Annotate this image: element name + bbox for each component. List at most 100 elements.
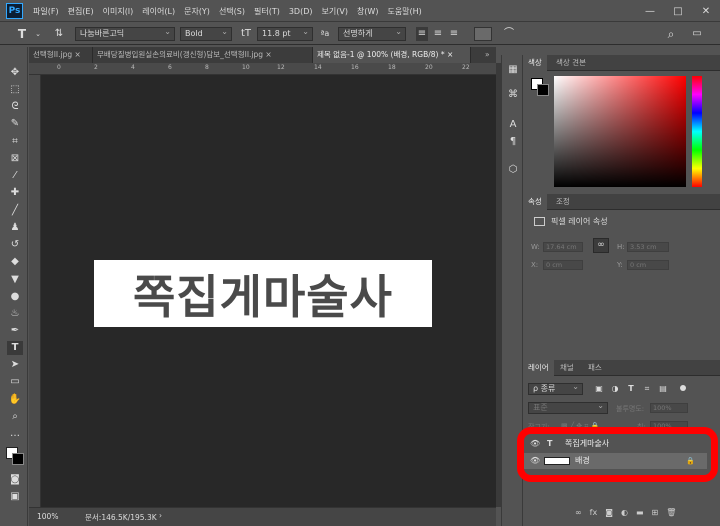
filter-smart-object-icon[interactable]: ▤ <box>657 382 669 396</box>
clone-stamp-icon[interactable]: ♟ <box>7 221 23 235</box>
tab-layers[interactable]: 레이어 <box>523 360 554 376</box>
history-brush-icon[interactable]: ↺ <box>7 238 23 252</box>
antialias-select[interactable]: 선명하게 <box>338 26 406 41</box>
blend-mode-select[interactable]: 표준 <box>528 401 608 414</box>
tab-paths[interactable]: 패스 <box>583 360 607 376</box>
filter-pixel-icon[interactable]: ▣ <box>593 382 605 396</box>
tab-channels[interactable]: 채널 <box>555 360 579 376</box>
color-picker-field[interactable] <box>554 76 686 187</box>
text-orientation-icon[interactable]: ⇅ <box>52 27 66 41</box>
character-panel-icon[interactable]: A <box>505 118 521 132</box>
filter-adjustment-icon[interactable]: ◑ <box>609 382 621 396</box>
chevron-down-icon[interactable]: ⌄ <box>34 27 42 41</box>
layer-filter-select[interactable]: ρ 종류 <box>528 382 583 395</box>
width-field[interactable]: 17.64 cm <box>543 242 583 252</box>
paint-bucket-icon[interactable]: ▼ <box>7 273 23 287</box>
filter-shape-icon[interactable]: ⌗ <box>641 382 653 396</box>
path-select-icon[interactable]: ➤ <box>7 358 23 372</box>
link-icon[interactable]: ∞ <box>593 238 609 253</box>
menu-layer[interactable]: 레이어(L) <box>142 6 175 17</box>
menu-image[interactable]: 이미지(I) <box>103 6 134 17</box>
minimize-button[interactable]: — <box>636 0 664 22</box>
paragraph-panel-icon[interactable]: ¶ <box>505 135 521 149</box>
link-layers-icon[interactable]: ∞ <box>575 508 582 522</box>
x-field[interactable]: 0 cm <box>543 260 583 270</box>
canvas-text-layer[interactable]: 쪽집게마술사 <box>133 261 393 327</box>
tab-document-2[interactable]: 무배당질병입원실손의료비(갱신형)담보_선택형II.jpg × <box>93 47 313 63</box>
search-icon[interactable]: ⌕ <box>664 27 678 41</box>
quick-mask-icon[interactable]: ◙ <box>7 473 23 487</box>
tab-properties[interactable]: 속성 <box>523 194 547 210</box>
tab-adjustments[interactable]: 조정 <box>551 194 575 210</box>
tab-close-icon[interactable]: × <box>447 50 453 59</box>
warp-text-icon[interactable]: ⌒ <box>502 27 516 41</box>
adjustment-layer-icon[interactable]: ◐ <box>621 508 628 522</box>
group-folder-icon[interactable]: ▬ <box>636 508 644 522</box>
font-style-select[interactable]: Bold <box>180 26 232 41</box>
pen-tool-icon[interactable]: ✒ <box>7 324 23 338</box>
screen-mode-icon[interactable]: ▣ <box>7 490 23 504</box>
frame-tool-icon[interactable]: ⊠ <box>7 152 23 166</box>
tab-document-1[interactable]: 선택형II.jpg × <box>29 47 93 63</box>
font-size-select[interactable]: 11.8 pt <box>257 26 313 41</box>
lasso-tool-icon[interactable]: ᘓ <box>7 100 23 114</box>
height-field[interactable]: 3.53 cm <box>627 242 669 252</box>
healing-brush-icon[interactable]: ✚ <box>7 186 23 200</box>
filter-toggle-icon[interactable] <box>680 385 686 391</box>
zoom-level[interactable]: 100% <box>37 512 58 521</box>
align-right-icon[interactable]: ≡ <box>448 27 460 41</box>
new-layer-icon[interactable]: ⊞ <box>652 508 659 522</box>
hue-slider[interactable] <box>692 76 702 187</box>
opacity-field[interactable]: 100% <box>650 403 688 413</box>
brush-tool-icon[interactable]: ╱ <box>7 204 23 218</box>
history-panel-icon[interactable]: ▦ <box>505 63 521 77</box>
canvas-document[interactable]: 쪽집게마술사 <box>94 260 432 327</box>
close-window-button[interactable]: ✕ <box>692 0 720 22</box>
3d-panel-icon[interactable]: ⬡ <box>505 163 521 177</box>
marquee-tool-icon[interactable]: ⬚ <box>7 83 23 97</box>
tab-close-icon[interactable]: × <box>75 50 81 59</box>
y-field[interactable]: 0 cm <box>627 260 669 270</box>
background-color-swatch[interactable] <box>12 453 24 465</box>
add-mask-icon[interactable]: ◙ <box>605 508 613 522</box>
menu-window[interactable]: 창(W) <box>357 6 379 17</box>
menu-edit[interactable]: 편집(E) <box>68 6 94 17</box>
text-color-swatch[interactable] <box>474 27 492 41</box>
tab-swatches[interactable]: 색상 견본 <box>551 55 591 71</box>
menu-filter[interactable]: 필터(T) <box>254 6 280 17</box>
tab-color[interactable]: 색상 <box>523 55 547 71</box>
delete-layer-icon[interactable]: 🗑 <box>666 508 676 522</box>
background-color-swatch[interactable] <box>537 84 549 96</box>
menu-type[interactable]: 문자(Y) <box>184 6 210 17</box>
hand-tool-icon[interactable]: ✋ <box>7 393 23 407</box>
filter-type-icon[interactable]: T <box>625 382 637 396</box>
menu-select[interactable]: 선택(S) <box>219 6 245 17</box>
font-family-select[interactable]: 나눔바른고딕 <box>75 26 175 41</box>
quick-select-tool-icon[interactable]: ✎ <box>7 117 23 131</box>
workspace-icon[interactable]: ▭ <box>690 27 704 41</box>
type-tool-icon[interactable]: T <box>7 341 23 355</box>
tab-document-3-active[interactable]: 제목 없음-1 @ 100% (배경, RGB/8) * × <box>313 47 471 63</box>
menu-help[interactable]: 도움말(H) <box>387 6 421 17</box>
tabs-overflow-icon[interactable]: » <box>481 47 496 63</box>
rectangle-tool-icon[interactable]: ▭ <box>7 375 23 389</box>
align-center-icon[interactable]: ≡ <box>432 27 444 41</box>
menu-view[interactable]: 보기(V) <box>322 6 348 17</box>
zoom-tool-icon[interactable]: ⌕ <box>7 410 23 424</box>
crop-tool-icon[interactable]: ⌗ <box>7 135 23 149</box>
maximize-button[interactable]: □ <box>664 0 692 22</box>
dodge-tool-icon[interactable]: ♨ <box>7 307 23 321</box>
fx-icon[interactable]: fx <box>590 508 598 522</box>
eraser-tool-icon[interactable]: ◆ <box>7 255 23 269</box>
menu-file[interactable]: 파일(F) <box>33 6 59 17</box>
eyedropper-tool-icon[interactable]: ⁄ <box>7 169 23 183</box>
menu-3d[interactable]: 3D(D) <box>289 7 313 16</box>
brush-settings-icon[interactable]: ⌘ <box>505 88 521 102</box>
blur-tool-icon[interactable]: ● <box>7 290 23 304</box>
more-tools-icon[interactable]: … <box>7 427 23 441</box>
move-tool-icon[interactable]: ✥ <box>7 66 23 80</box>
status-menu-arrow[interactable]: › <box>159 511 162 520</box>
type-tool-icon[interactable]: T <box>14 27 30 41</box>
align-left-icon[interactable]: ≡ <box>416 27 428 41</box>
tab-close-icon[interactable]: × <box>265 50 271 59</box>
